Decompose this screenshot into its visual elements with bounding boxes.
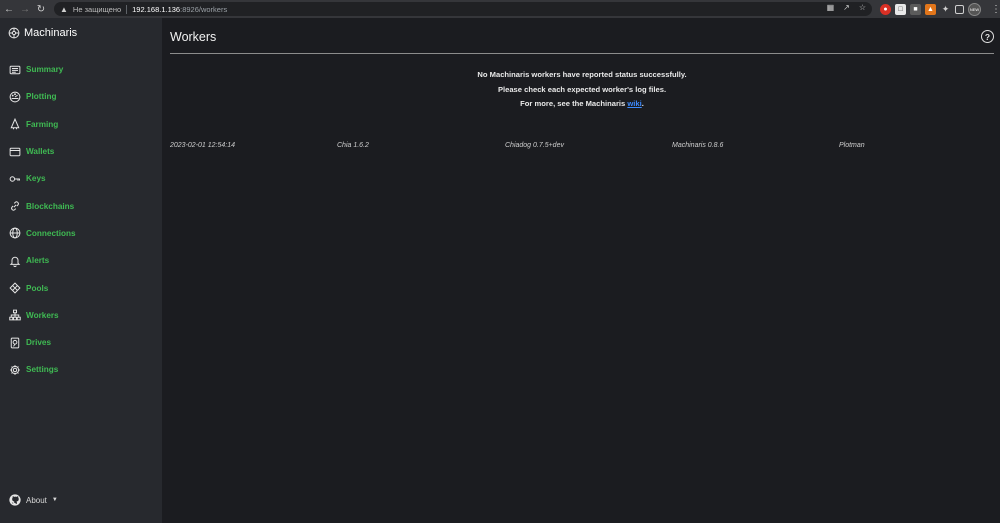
- sidebar-item-summary[interactable]: Summary: [0, 56, 163, 83]
- status-chiadog-version: Chiadog 0.7.5+dev: [505, 142, 564, 149]
- summary-icon: [9, 65, 21, 74]
- notice-line-1: No Machinaris workers have reported stat…: [477, 70, 687, 79]
- about-dropdown[interactable]: About ▼: [9, 494, 58, 506]
- brand[interactable]: Machinaris: [8, 27, 77, 39]
- metamask-fox-icon[interactable]: ▲: [925, 4, 936, 15]
- sidebar-item-label: Keys: [26, 174, 46, 184]
- status-plotman: Plotman: [839, 142, 865, 149]
- address-separator: [126, 4, 128, 14]
- sidebar-item-label: Connections: [26, 228, 76, 238]
- drive-icon: [10, 337, 20, 348]
- extension-page-icon[interactable]: □: [895, 4, 906, 15]
- extension-box-icon[interactable]: ■: [910, 4, 921, 15]
- github-icon: [9, 494, 21, 506]
- extension-red-icon[interactable]: ●: [880, 4, 891, 15]
- sidebar-item-blockchains[interactable]: Blockchains: [0, 192, 163, 219]
- bell-icon: [9, 256, 21, 267]
- main-content: Workers ? No Machinaris workers have rep…: [164, 18, 1000, 523]
- wallet-icon: [9, 147, 21, 156]
- diagram-icon: [9, 309, 21, 321]
- url-path: :8926/workers: [180, 4, 228, 14]
- sidebar-item-wallets[interactable]: Wallets: [0, 138, 163, 165]
- bookmark-star-icon[interactable]: ☆: [859, 3, 866, 12]
- sidebar-item-label: Pools: [26, 283, 49, 293]
- browser-toolbar: ← → ↻ ▲ Не защищено 192.168.1.136 :8926/…: [0, 0, 1000, 18]
- sidebar-item-keys[interactable]: Keys: [0, 165, 163, 192]
- sidebar-item-label: Wallets: [26, 147, 55, 157]
- machinaris-logo-icon: [8, 27, 20, 39]
- sidebar-item-settings[interactable]: Settings: [0, 356, 163, 383]
- address-bar[interactable]: ▲ Не защищено 192.168.1.136 :8926/worker…: [54, 2, 872, 16]
- notice-line-3: For more, see the Machinaris wiki.: [164, 97, 1000, 112]
- notice-suffix: .: [641, 99, 644, 108]
- sidebar-item-label: Settings: [26, 365, 59, 375]
- farming-icon: [10, 118, 20, 130]
- warning-icon[interactable]: ▲: [60, 5, 68, 14]
- sidebar-item-plotting[interactable]: Plotting: [0, 83, 163, 110]
- share-icon[interactable]: ↗: [843, 3, 850, 12]
- key-icon: [9, 176, 20, 182]
- pools-icon: [9, 282, 21, 294]
- reload-icon[interactable]: ↻: [34, 2, 48, 16]
- sidebar-item-drives[interactable]: Drives: [0, 329, 163, 356]
- status-timestamp: 2023-02-01 12:54:14: [170, 142, 235, 149]
- forward-arrow-icon[interactable]: →: [18, 2, 32, 16]
- profile-avatar[interactable]: NEW: [968, 3, 981, 16]
- url-host: 192.168.1.136: [132, 4, 181, 14]
- sidebar-item-workers[interactable]: Workers: [0, 302, 163, 329]
- sidebar-item-label: Farming: [26, 119, 59, 129]
- sidebar: Machinaris Summary Plotting Farming Wall…: [0, 18, 163, 523]
- sidebar-item-connections[interactable]: Connections: [0, 220, 163, 247]
- workers-notice: No Machinaris workers have reported stat…: [164, 68, 1000, 112]
- translate-icon[interactable]: ▦: [827, 3, 835, 12]
- title-divider: [170, 53, 994, 54]
- wiki-link[interactable]: wiki: [627, 99, 641, 108]
- status-chia-version: Chia 1.6.2: [337, 142, 369, 149]
- notice-line-2: Please check each expected worker's log …: [497, 84, 667, 94]
- sidebar-item-label: Drives: [26, 338, 52, 348]
- page-title: Workers: [170, 30, 217, 44]
- caret-down-icon: ▼: [51, 497, 58, 503]
- sidebar-nav: Summary Plotting Farming Wallets Keys Bl…: [0, 56, 163, 384]
- notice-prefix: For more, see the Machinaris: [520, 99, 628, 108]
- sidebar-item-pools[interactable]: Pools: [0, 274, 163, 301]
- extensions-puzzle-icon[interactable]: ✦: [940, 4, 951, 15]
- globe-icon: [9, 228, 21, 239]
- browser-menu-icon[interactable]: ⋮: [991, 4, 1000, 15]
- sidebar-item-label: Alerts: [26, 256, 50, 266]
- about-label: About: [26, 495, 47, 505]
- security-label[interactable]: Не защищено: [73, 5, 121, 14]
- sidebar-item-label: Plotting: [26, 92, 57, 102]
- sidebar-item-label: Summary: [26, 65, 64, 75]
- status-machinaris-version: Machinaris 0.8.6: [672, 142, 724, 149]
- back-arrow-icon[interactable]: ←: [2, 2, 16, 16]
- brand-name: Machinaris: [24, 27, 78, 39]
- sidebar-item-label: Workers: [26, 310, 59, 320]
- gear-icon: [10, 365, 20, 375]
- side-panel-icon[interactable]: [955, 5, 964, 14]
- link-icon: [11, 201, 19, 211]
- plotting-icon: [9, 91, 21, 103]
- sidebar-item-alerts[interactable]: Alerts: [0, 247, 163, 274]
- sidebar-item-farming[interactable]: Farming: [0, 111, 163, 138]
- sidebar-item-label: Blockchains: [26, 201, 75, 211]
- help-icon[interactable]: ?: [981, 30, 994, 43]
